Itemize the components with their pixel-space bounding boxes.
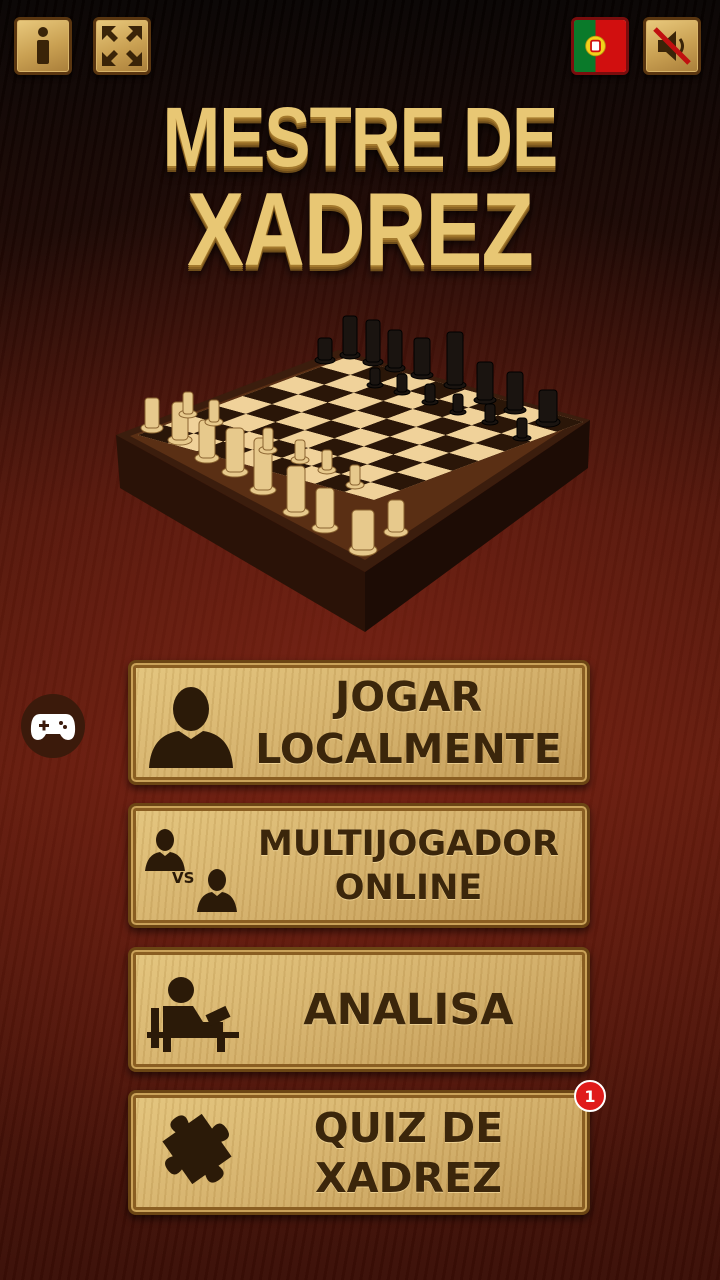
fullscreen-button[interactable] — [93, 17, 151, 75]
multiplayer-online-button[interactable]: VS MULTIJOGADOR ONLINE — [128, 803, 590, 928]
gamepad-button[interactable] — [21, 694, 85, 758]
chess-quiz-button[interactable]: QUIZ DE XADREZ — [128, 1090, 590, 1215]
analyze-label: ANALISA — [303, 984, 514, 1035]
gamepad-icon — [30, 714, 76, 740]
chessboard-illustration — [116, 315, 590, 632]
analyze-button[interactable]: ANALISA — [128, 947, 590, 1072]
multiplayer-online-label: MULTIJOGADOR ONLINE — [257, 823, 559, 908]
fullscreen-icon — [102, 26, 142, 66]
game-title-line2: XADREZ — [187, 172, 534, 288]
info-button[interactable] — [14, 17, 72, 75]
chess-quiz-label: QUIZ DE XADREZ — [313, 1103, 504, 1202]
vs-label: VS — [172, 869, 195, 887]
play-local-button[interactable]: JOGAR LOCALMENTE — [128, 660, 590, 785]
game-title-line1: MESTRE DE — [162, 90, 558, 184]
notification-badge: 1 — [574, 1080, 606, 1112]
single-player-icon — [149, 687, 233, 768]
info-icon — [37, 27, 49, 64]
versus-players-icon — [145, 829, 237, 912]
analysis-desk-icon — [147, 977, 239, 1052]
language-button[interactable] — [571, 17, 629, 75]
play-local-label: JOGAR LOCALMENTE — [255, 672, 562, 773]
puzzle-piece-icon — [162, 1113, 232, 1185]
sound-toggle-button[interactable] — [643, 17, 701, 75]
portugal-flag-icon — [574, 20, 626, 72]
sound-muted-icon — [653, 27, 691, 65]
